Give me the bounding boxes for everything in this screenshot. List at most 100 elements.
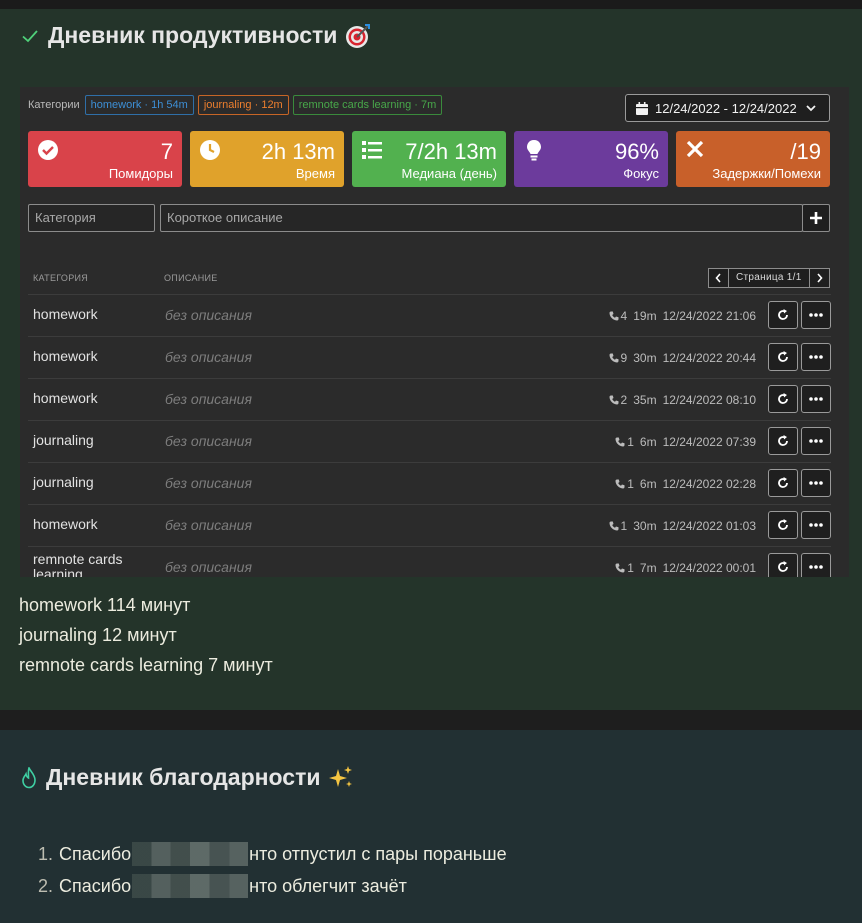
- stat-value: 7: [160, 139, 173, 164]
- row-description: без описания: [165, 559, 252, 575]
- chevron-right-icon: [817, 273, 823, 283]
- list-text-end: нто облегчит зачёт: [249, 876, 407, 896]
- date-range-picker[interactable]: 12/24/2022 - 12/24/2022: [625, 94, 830, 122]
- ellipsis-icon: [809, 355, 823, 359]
- table-row: journaling без описания 1 6m 12/24/2022 …: [28, 420, 831, 462]
- more-options-button[interactable]: [801, 511, 831, 539]
- list-item: 2. Спасибо нто облегчит зачёт: [38, 870, 507, 902]
- row-duration: 6m: [639, 477, 657, 491]
- section-divider: [0, 710, 862, 730]
- table-row: homework без описания 4 19m 12/24/2022 2…: [28, 294, 831, 336]
- tag-remnote[interactable]: remnote cards learning · 7m: [292, 95, 443, 115]
- stat-value: /19: [790, 139, 821, 164]
- more-options-button[interactable]: [801, 553, 831, 577]
- redacted-block: [132, 874, 249, 898]
- top-bar: [0, 0, 862, 9]
- row-timestamp: 12/24/2022 02:28: [662, 477, 756, 491]
- summary-list: homework 114 минут journaling 12 минут r…: [19, 590, 273, 680]
- stat-value: 7/2h 13m: [405, 139, 497, 164]
- ellipsis-icon: [809, 523, 823, 527]
- table-row: journaling без описания 1 6m 12/24/2022 …: [28, 462, 831, 504]
- row-timestamp: 12/24/2022 01:03: [662, 519, 756, 533]
- summary-line: journaling 12 минут: [19, 625, 177, 645]
- stat-card-focus: 96% Фокус: [514, 131, 668, 187]
- phone-icon: [609, 395, 619, 405]
- row-count: 9: [620, 351, 628, 365]
- prev-page-button[interactable]: [708, 268, 729, 288]
- tag-journaling[interactable]: journaling · 12m: [197, 95, 289, 115]
- stat-label: Медиана (день): [401, 166, 497, 181]
- row-category: journaling: [33, 432, 94, 448]
- column-description: ОПИСАНИЕ: [164, 273, 218, 283]
- chevron-left-icon: [715, 273, 721, 283]
- row-duration: 7m: [639, 561, 657, 575]
- row-count: 1: [627, 561, 634, 575]
- x-icon: [686, 140, 704, 158]
- more-options-button[interactable]: [801, 343, 831, 371]
- check-icon: [22, 29, 38, 42]
- calendar-icon: [636, 101, 648, 115]
- list-item: 1. Спасибо нто отпустил с пары пораньше: [38, 838, 507, 870]
- category-input[interactable]: Категория: [28, 204, 155, 232]
- phone-icon: [615, 437, 625, 447]
- row-meta: 1 6m 12/24/2022 07:39: [615, 435, 756, 449]
- refresh-icon: [778, 309, 788, 320]
- gratitude-section: Дневник благодарности 1. Спасибо нто отп…: [0, 730, 862, 923]
- redacted-block: [132, 842, 249, 866]
- row-duration: 30m: [633, 351, 657, 365]
- gratitude-heading: Дневник благодарности: [20, 764, 354, 791]
- row-description: без описания: [165, 349, 252, 365]
- table-row: homework без описания 1 30m 12/24/2022 0…: [28, 504, 831, 546]
- phone-icon: [609, 311, 619, 321]
- row-timestamp: 12/24/2022 08:10: [662, 393, 756, 407]
- stat-label: Время: [295, 166, 335, 181]
- table-row: homework без описания 2 35m 12/24/2022 0…: [28, 378, 831, 420]
- stat-value: 2h 13m: [261, 139, 335, 164]
- stat-label: Фокус: [623, 166, 659, 181]
- row-timestamp: 12/24/2022 20:44: [662, 351, 756, 365]
- row-meta: 4 19m 12/24/2022 21:06: [609, 309, 756, 323]
- lightbulb-icon: [527, 140, 541, 161]
- row-category: journaling: [33, 474, 94, 490]
- row-category: remnote cards learning: [33, 551, 123, 578]
- more-options-button[interactable]: [801, 469, 831, 497]
- restart-button[interactable]: [768, 301, 798, 329]
- row-duration: 19m: [633, 309, 657, 323]
- refresh-icon: [778, 351, 788, 362]
- restart-button[interactable]: [768, 385, 798, 413]
- tag-homework[interactable]: homework · 1h 54m: [84, 95, 194, 115]
- pagination: Страница 1/1: [708, 268, 830, 288]
- row-category: homework: [33, 390, 98, 406]
- restart-button[interactable]: [768, 427, 798, 455]
- list-text-start: Спасибо: [59, 876, 132, 896]
- stat-card-interruptions: /19 Задержки/Помехи: [676, 131, 830, 187]
- summary-line: homework 114 минут: [19, 595, 191, 615]
- row-description: без описания: [165, 475, 252, 491]
- productivity-title: Дневник продуктивности: [48, 22, 338, 48]
- stat-card-median: 7/2h 13m Медиана (день): [352, 131, 506, 187]
- add-entry-button[interactable]: [802, 204, 830, 232]
- restart-button[interactable]: [768, 553, 798, 577]
- productivity-section: Дневник продуктивности Категории homewor…: [0, 9, 862, 710]
- categories-label: Категории: [28, 99, 80, 111]
- next-page-button[interactable]: [808, 268, 830, 288]
- stat-cards: 7 Помидоры 2h 13m Время 7/2h 13m Медиана…: [28, 131, 830, 187]
- stat-label: Задержки/Помехи: [712, 166, 821, 181]
- page-indicator: Страница 1/1: [729, 268, 809, 288]
- more-options-button[interactable]: [801, 385, 831, 413]
- list-number: 2.: [38, 876, 54, 896]
- restart-button[interactable]: [768, 343, 798, 371]
- restart-button[interactable]: [768, 469, 798, 497]
- description-input[interactable]: Короткое описание: [160, 204, 803, 232]
- flame-icon: [22, 766, 36, 788]
- more-options-button[interactable]: [801, 301, 831, 329]
- ellipsis-icon: [809, 313, 823, 317]
- more-options-button[interactable]: [801, 427, 831, 455]
- table-header: КАТЕГОРИЯ ОПИСАНИЕ Страница 1/1: [33, 268, 833, 288]
- refresh-icon: [778, 561, 788, 572]
- chevron-down-icon: [806, 105, 816, 112]
- refresh-icon: [778, 477, 788, 488]
- ellipsis-icon: [809, 439, 823, 443]
- restart-button[interactable]: [768, 511, 798, 539]
- row-category: homework: [33, 306, 98, 322]
